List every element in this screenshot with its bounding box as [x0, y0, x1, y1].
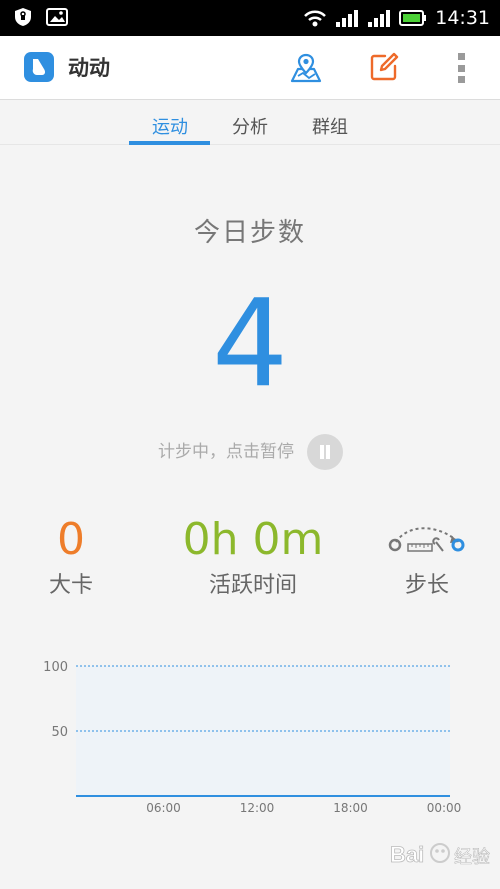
map-location-button[interactable]: [289, 51, 323, 85]
signal-icon: [368, 10, 391, 27]
clock: 14:31: [435, 7, 490, 29]
tab-exercise[interactable]: 运动: [130, 115, 210, 141]
battery-icon: [399, 10, 427, 26]
daily-steps-chart: 100 50 06:00 12:00 18:00 00:00: [43, 660, 462, 815]
chart-y-tick-label: 100: [43, 660, 68, 675]
svg-text:经验: 经验: [454, 847, 490, 868]
stride-label: 步长: [404, 573, 449, 598]
active-time-label: 活跃时间: [208, 573, 297, 598]
status-bar: 14:31: [0, 0, 500, 36]
app-title: 动动: [68, 56, 110, 80]
stride-ruler-icon: [388, 527, 465, 552]
overflow-menu-button[interactable]: [452, 50, 470, 86]
signal-icon: [336, 10, 359, 27]
chart-x-tick-label: 06:00: [146, 801, 181, 815]
baidu-jingyan-watermark: Bai 经验: [388, 835, 496, 875]
chart-x-tick-label: 12:00: [240, 801, 275, 815]
chart-x-tick-label: 00:00: [427, 801, 462, 815]
pause-button[interactable]: [307, 434, 343, 470]
stride-setting-button[interactable]: [386, 522, 468, 558]
tab-analysis[interactable]: 分析: [210, 115, 290, 141]
calories-label: 大卡: [48, 573, 93, 598]
edit-icon: [370, 52, 399, 81]
svg-text:Bai: Bai: [390, 842, 424, 867]
counting-status-text: 计步中，点击暂停: [158, 442, 294, 462]
today-steps-value: 4: [211, 275, 289, 414]
app-bar: 动动: [0, 36, 500, 100]
tab-bar: 运动 分析 群组: [0, 101, 500, 145]
chart-y-tick-label: 50: [51, 725, 68, 740]
map-location-icon: [290, 53, 322, 83]
shield-icon: [15, 8, 31, 26]
active-tab-indicator: [129, 141, 210, 145]
today-steps-label: 今日步数: [193, 218, 306, 248]
tab-groups[interactable]: 群组: [290, 115, 370, 141]
edit-button[interactable]: [368, 51, 400, 83]
counting-status: 计步中，点击暂停: [0, 432, 500, 470]
gallery-icon: [46, 8, 68, 26]
calories-value: 0: [57, 514, 85, 565]
overflow-menu-icon: [457, 53, 465, 60]
active-time-value: 0h 0m: [182, 514, 324, 565]
chart-x-tick-label: 18:00: [333, 801, 368, 815]
shoe-logo-icon: [24, 52, 54, 82]
wifi-icon: [304, 10, 327, 27]
